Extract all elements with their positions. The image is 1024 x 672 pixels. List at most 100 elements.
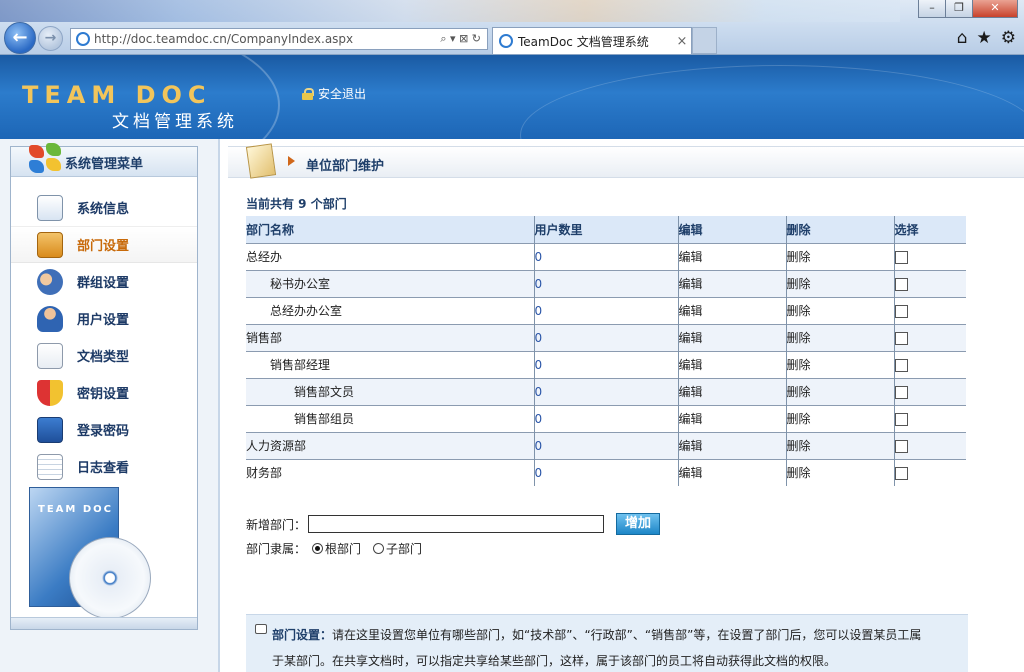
new-tab-button[interactable] [692,27,717,54]
browser-tab[interactable]: TeamDoc 文档管理系统 × [492,27,692,54]
user-count-cell[interactable]: 0 [533,350,678,378]
address-url[interactable]: http://doc.teamdoc.cn/CompanyIndex.aspx [94,32,440,46]
user-count-cell[interactable]: 0 [533,431,678,459]
row-select-checkbox[interactable] [894,385,908,399]
help-line-1: 部门设置：请在这里设置您单位有哪些部门，如“技术部”、“行政部”、“销售部”等，… [272,622,958,648]
select-cell [893,242,966,270]
row-select-checkbox[interactable] [894,358,908,372]
edit-link[interactable]: 编辑 [677,404,786,432]
edit-link[interactable]: 编辑 [677,350,786,378]
sidebar-item-label[interactable]: 文档类型 [77,346,129,365]
address-bar[interactable]: http://doc.teamdoc.cn/CompanyIndex.aspx … [70,28,488,50]
delete-link[interactable]: 删除 [785,458,894,486]
home-icon[interactable]: ⌂ [957,28,968,48]
edit-link[interactable]: 编辑 [677,323,786,351]
brand-logo: TEAM DOC [22,81,212,109]
select-cell [893,431,966,459]
delete-link[interactable]: 删除 [785,350,894,378]
delete-link[interactable]: 删除 [785,269,894,297]
edit-link[interactable]: 编辑 [677,269,786,297]
forward-button[interactable]: → [38,26,63,51]
settings-gear-icon[interactable]: ⚙ [1001,28,1016,48]
edit-link[interactable]: 编辑 [677,242,786,270]
user-count-cell[interactable]: 0 [533,404,678,432]
window-background [0,0,900,22]
select-cell [893,350,966,378]
tab-close-button[interactable]: × [673,34,691,49]
browser-tools: ⌂ ★ ⚙ [957,28,1016,48]
user-count-cell[interactable]: 0 [533,323,678,351]
select-cell [893,323,966,351]
delete-link[interactable]: 删除 [785,404,894,432]
delete-link[interactable]: 删除 [785,323,894,351]
logout-link[interactable]: 安全退出 [302,85,366,102]
delete-link[interactable]: 删除 [785,431,894,459]
close-window-button[interactable]: ✕ [972,0,1018,18]
row-select-checkbox[interactable] [894,331,908,345]
minimize-button[interactable]: – [918,0,946,18]
department-count-summary: 当前共有 9 个部门 [246,197,347,211]
help-title: 部门设置： [272,628,333,642]
favorites-star-icon[interactable]: ★ [977,28,992,48]
root-department-label[interactable]: 根部门 [325,540,361,557]
row-select-checkbox[interactable] [894,466,908,480]
table-row: 销售部组员 0 编辑 删除 [246,404,966,432]
sidebar-item-1[interactable]: 部门设置 [11,226,197,263]
row-select-checkbox[interactable] [894,250,908,264]
sidebar-item-label[interactable]: 部门设置 [77,235,129,254]
user-count-cell[interactable]: 0 [533,377,678,405]
root-department-radio[interactable] [312,543,324,554]
row-select-checkbox[interactable] [894,304,908,318]
user-count-cell[interactable]: 0 [533,296,678,324]
edit-link[interactable]: 编辑 [677,431,786,459]
sidebar-item-label[interactable]: 用户设置 [77,309,129,328]
delete-link[interactable]: 删除 [785,242,894,270]
delete-link[interactable]: 删除 [785,296,894,324]
sidebar-item-4[interactable]: 文档类型 [11,337,197,374]
child-department-label[interactable]: 子部门 [386,540,422,557]
sidebar-item-3[interactable]: 用户设置 [11,300,197,337]
edit-link[interactable]: 编辑 [677,296,786,324]
department-name-cell: 人力资源部 [246,431,534,459]
sidebar-footer [11,617,197,629]
sidebar-item-0[interactable]: 系统信息 [11,189,197,226]
department-table: 部门名称 用户数里 编辑 删除 选择 总经办 0 编辑 删除 秘书办公室 0 编辑 删除 总经办… [246,216,966,486]
delete-link[interactable]: 删除 [785,377,894,405]
sidebar-item-label[interactable]: 日志查看 [77,457,129,476]
sidebar-item-2[interactable]: 群组设置 [11,263,197,300]
user-count-cell[interactable]: 0 [533,269,678,297]
edit-link[interactable]: 编辑 [677,458,786,486]
table-header-row: 部门名称 用户数里 编辑 删除 选择 [246,216,966,243]
sidebar-item-6[interactable]: 登录密码 [11,411,197,448]
row-select-checkbox[interactable] [894,439,908,453]
add-department-label: 新增部门： [246,517,307,532]
address-controls[interactable]: ⌕ ▾ ⊠ ↻ [440,32,481,46]
table-row: 人力资源部 0 编辑 删除 [246,431,966,459]
new-department-input[interactable] [308,515,605,533]
user-count-cell[interactable]: 0 [533,458,678,486]
cd-disc-icon [69,537,151,619]
select-cell [893,296,966,324]
sidebar-item-7[interactable]: 日志查看 [11,448,197,485]
select-cell [893,404,966,432]
panel-header: 单位部门维护 [228,143,1024,179]
sidebar-item-label[interactable]: 密钥设置 [77,383,129,402]
sidebar-item-5[interactable]: 密钥设置 [11,374,197,411]
child-department-radio[interactable] [373,543,385,554]
col-header-select: 选择 [893,216,966,243]
add-department-button[interactable]: 增加 [616,513,661,535]
row-select-checkbox[interactable] [894,412,908,426]
user-count-cell[interactable]: 0 [533,242,678,270]
sidebar-item-label[interactable]: 群组设置 [77,272,129,291]
table-row: 销售部 0 编辑 删除 [246,323,966,351]
back-button[interactable]: ← [4,22,36,54]
col-header-name: 部门名称 [246,216,534,243]
sidebar-item-label[interactable]: 登录密码 [77,420,129,439]
logout-label[interactable]: 安全退出 [318,85,366,102]
department-name-cell: 销售部经理 [246,350,534,378]
site-header: TEAM DOC 文档管理系统 安全退出 [0,55,1024,139]
row-select-checkbox[interactable] [894,277,908,291]
maximize-button[interactable]: ❐ [945,0,973,18]
edit-link[interactable]: 编辑 [677,377,786,405]
sidebar-item-label[interactable]: 系统信息 [77,198,129,217]
